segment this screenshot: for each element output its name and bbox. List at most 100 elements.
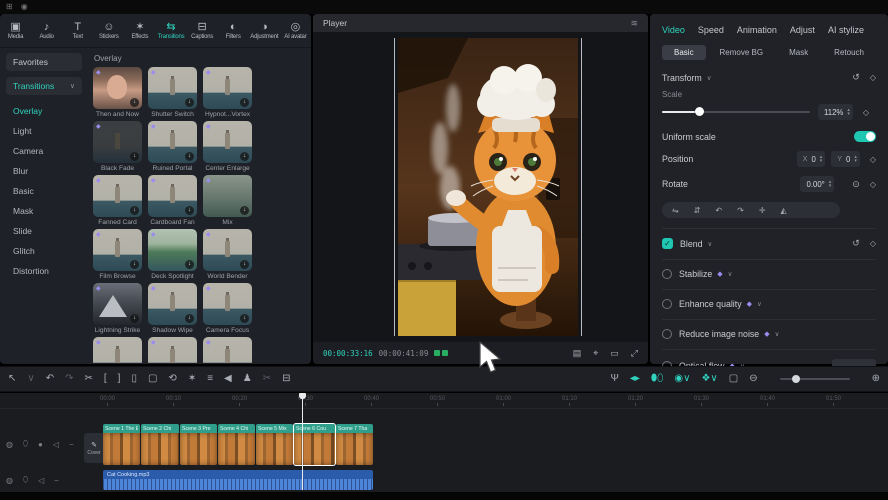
download-icon[interactable]: ↓ — [185, 152, 194, 161]
transition-thumbnail[interactable]: ◆ ↓ — [203, 337, 252, 363]
track-header-icon[interactable]: ◁ — [38, 476, 44, 485]
transition-thumbnail[interactable]: ◆ ↓ — [148, 283, 197, 325]
category-item[interactable]: Mask — [6, 201, 82, 221]
toolbar-icon[interactable]: ♟ — [243, 374, 252, 384]
transition-item[interactable]: ◆ ↓ Lightning Strike — [90, 283, 145, 334]
transition-thumbnail[interactable]: ◆ ↓ — [148, 337, 197, 363]
toolbar-icon[interactable]: Ψ — [610, 374, 618, 384]
toolbar-icon[interactable]: ◀ — [224, 374, 232, 384]
transition-thumbnail[interactable]: ◆ ↓ — [93, 175, 142, 217]
transition-item[interactable]: ◆ ↓ Center Enlarge — [200, 121, 255, 172]
align-icon[interactable]: ⇋ — [672, 206, 679, 215]
category-item[interactable]: Camera — [6, 141, 82, 161]
inspector-subtab[interactable]: Basic — [662, 45, 706, 60]
chrome-icon[interactable]: ◉ — [21, 3, 28, 11]
inspector-tab[interactable]: Animation — [737, 25, 777, 35]
keyframe-icon[interactable]: ◇ — [863, 108, 869, 117]
track-header-icon[interactable]: ◍ — [6, 476, 13, 485]
chevron-down-icon[interactable]: ∨ — [707, 74, 712, 82]
video-clip[interactable]: Scene 6 Cou — [294, 424, 335, 465]
download-icon[interactable]: ↓ — [240, 260, 249, 269]
rotate-dial-icon[interactable]: ⊙ — [852, 179, 860, 190]
transition-item[interactable]: ◆ ↓ Shutter Switch — [145, 67, 200, 118]
align-icon[interactable]: ◭ — [781, 206, 787, 215]
toolbar-icon[interactable]: ❖∨ — [701, 374, 717, 384]
cover-button[interactable]: ✎ Cover — [84, 433, 104, 463]
rotate-value-box[interactable]: 0.00° ▴▾ — [800, 176, 834, 192]
download-icon[interactable]: ↓ — [240, 206, 249, 215]
transition-item[interactable]: ◆ ↓ Ruined Portal — [145, 121, 200, 172]
transition-thumbnail[interactable]: ◆ ↓ — [203, 175, 252, 217]
transition-item[interactable]: ◆ ↓ Mix — [200, 175, 255, 226]
transform-handle-right[interactable] — [581, 38, 582, 336]
player-action-icon[interactable]: ⌖ — [593, 348, 598, 359]
transition-item[interactable]: ◆ ↓ Fanned Card — [90, 175, 145, 226]
download-icon[interactable]: ↓ — [130, 260, 139, 269]
transition-item[interactable]: ◆ ↓ Hypnot...Vortex — [200, 67, 255, 118]
scale-value-box[interactable]: 112% ▴▾ — [818, 104, 853, 120]
library-tab[interactable]: ☺ Stickers — [93, 22, 124, 40]
toolbar-icon[interactable]: ↖ — [8, 374, 16, 384]
transition-item[interactable]: ◆ ↓ — [200, 337, 255, 363]
transition-thumbnail[interactable]: ◆ ↓ — [93, 283, 142, 325]
chevron-down-icon[interactable]: ∨ — [728, 270, 733, 278]
download-icon[interactable]: ↓ — [185, 314, 194, 323]
toolbar-icon[interactable]: ∨ — [27, 374, 34, 384]
transition-thumbnail[interactable]: ◆ ↓ — [203, 229, 252, 271]
inspector-tab[interactable]: AI stylize — [828, 25, 864, 35]
transition-item[interactable]: ◆ ↓ Deck Spotlight — [145, 229, 200, 280]
toolbar-icon[interactable]: [ — [104, 374, 107, 384]
toolbar-icon[interactable]: ↷ — [65, 374, 73, 384]
keyframe-icon[interactable]: ◇ — [870, 239, 876, 248]
library-tab[interactable]: ♪ Audio — [31, 22, 62, 40]
toolbar-icon[interactable]: ◂▸ — [630, 374, 640, 384]
toolbar-icon[interactable]: ▢ — [729, 374, 738, 384]
section-checkbox[interactable] — [662, 299, 672, 309]
toolbar-icon[interactable]: ↶ — [46, 374, 54, 384]
download-icon[interactable]: ↓ — [130, 98, 139, 107]
download-icon[interactable]: ↓ — [240, 98, 249, 107]
inspector-subtab[interactable]: Remove BG — [708, 45, 776, 60]
category-item[interactable]: Light — [6, 121, 82, 141]
category-item[interactable]: Distortion — [6, 261, 82, 281]
position-x-box[interactable]: X 0 ▴▾ — [797, 151, 826, 167]
category-item[interactable]: Glitch — [6, 241, 82, 261]
video-clip[interactable]: Scene 3 Pre — [180, 424, 217, 465]
video-clip[interactable]: Scene 5 Mix — [256, 424, 293, 465]
preview-quality-icon[interactable] — [434, 350, 448, 356]
category-item[interactable]: Slide — [6, 221, 82, 241]
transition-item[interactable]: ◆ ↓ Camera Focus — [200, 283, 255, 334]
scale-slider[interactable] — [662, 111, 810, 113]
toolbar-icon[interactable]: ⊖ — [749, 374, 757, 384]
preview-canvas[interactable] — [313, 32, 648, 342]
section-checkbox-checked[interactable]: ✓ — [662, 238, 673, 249]
transition-item[interactable]: ◆ ↓ Then and Now — [90, 67, 145, 118]
toolbar-icon[interactable]: ✂ — [263, 374, 271, 384]
toolbar-icon[interactable]: ⊟ — [282, 374, 290, 384]
reset-icon[interactable]: ↺ — [852, 72, 860, 83]
scale-slider-knob[interactable] — [695, 107, 704, 116]
chevron-down-icon[interactable]: ∨ — [708, 240, 713, 248]
keyframe-icon[interactable]: ◇ — [870, 155, 876, 164]
transition-thumbnail[interactable]: ◆ ↓ — [93, 229, 142, 271]
library-tab[interactable]: ◎ AI avatar — [280, 22, 311, 40]
audio-clip[interactable]: Cat Cooking.mp3 — [103, 470, 373, 490]
keyframe-icon[interactable]: ◇ — [870, 73, 876, 82]
toolbar-icon[interactable]: ✂ — [85, 374, 93, 384]
download-icon[interactable]: ↓ — [185, 260, 194, 269]
video-clip[interactable]: Scene 4 Chi — [218, 424, 255, 465]
category-item[interactable]: Overlay — [6, 101, 82, 121]
uniform-scale-toggle[interactable] — [854, 131, 876, 142]
library-tab[interactable]: ◑ Adjustment — [249, 22, 280, 40]
toolbar-icon[interactable]: ▢ — [148, 374, 157, 384]
zoom-slider-knob[interactable] — [792, 375, 800, 383]
transitions-dropdown[interactable]: Transitions ∨ — [6, 77, 82, 95]
player-action-icon[interactable]: ▤ — [573, 348, 582, 359]
track-header-icon[interactable]: ◍ — [6, 440, 13, 449]
transition-thumbnail[interactable]: ◆ ↓ — [148, 67, 197, 109]
transition-item[interactable]: ◆ ↓ Shadow Wipe — [145, 283, 200, 334]
transition-thumbnail[interactable]: ◆ ↓ — [93, 67, 142, 109]
inspector-tab[interactable]: Speed — [698, 25, 724, 35]
position-y-stepper[interactable]: ▴▾ — [854, 155, 857, 163]
transition-item[interactable]: ◆ ↓ Cardboard Fan — [145, 175, 200, 226]
